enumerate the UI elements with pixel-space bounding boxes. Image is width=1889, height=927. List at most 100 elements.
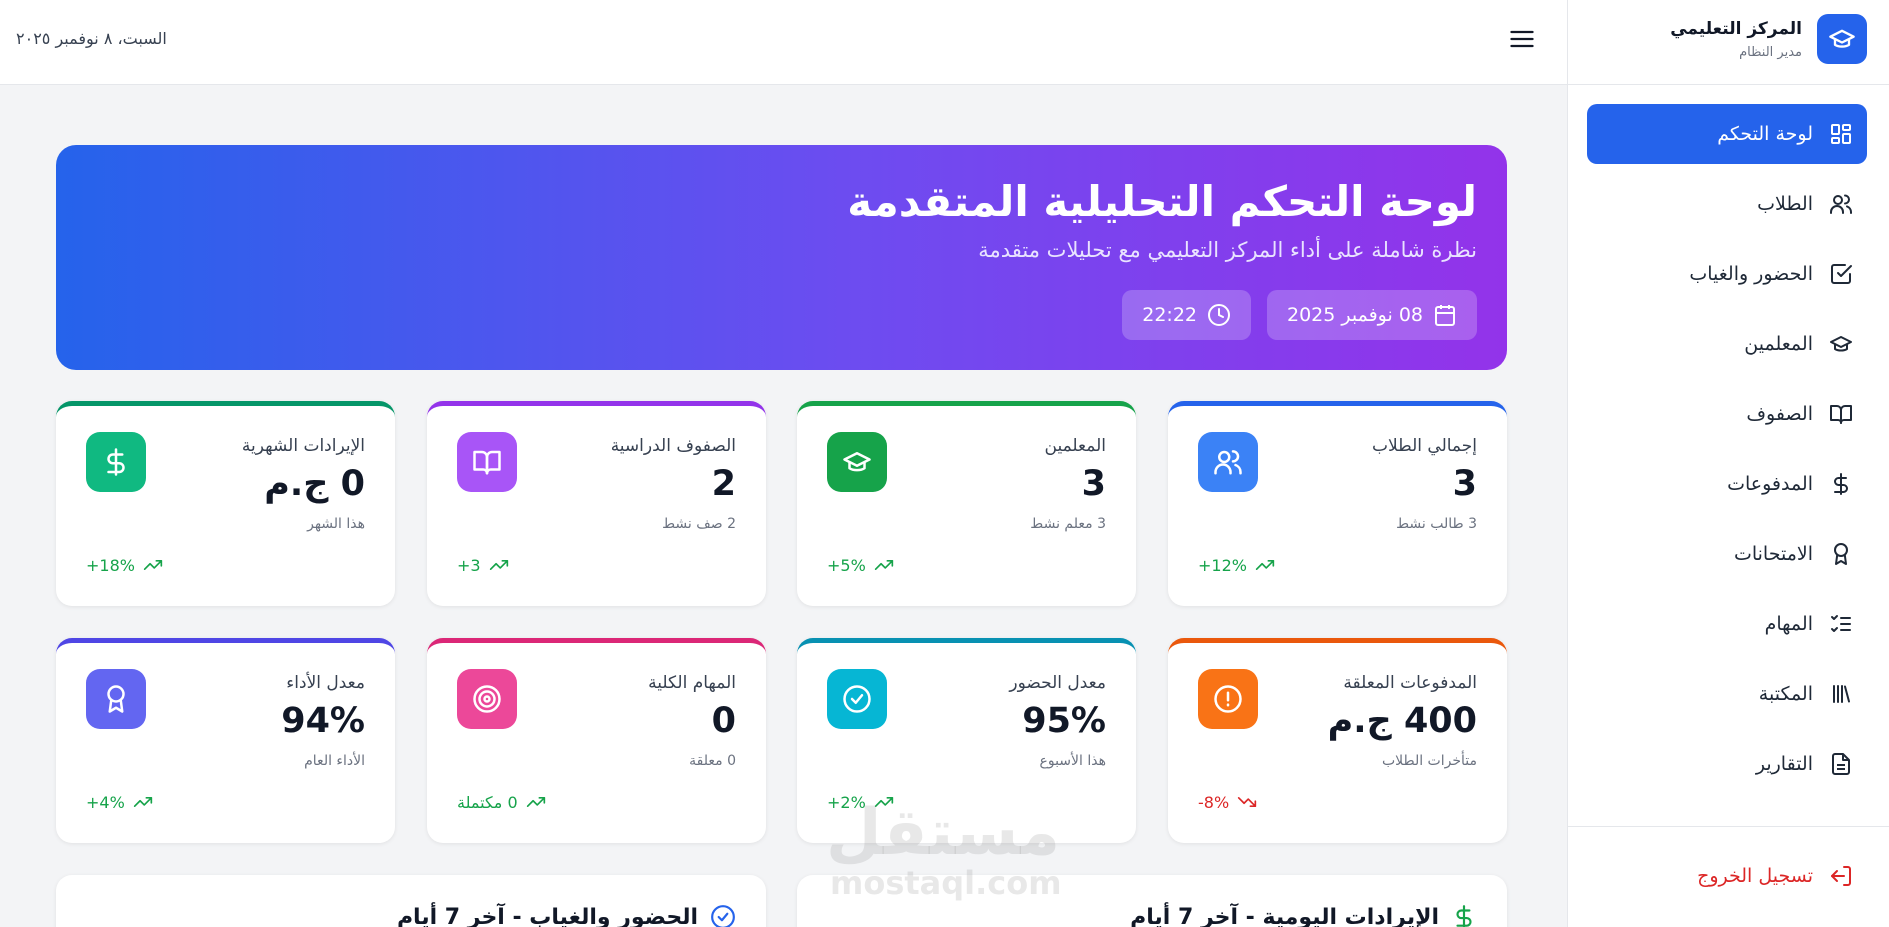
stat-trend-value: 0 مكتملة xyxy=(457,792,518,812)
logout-button[interactable]: تسجيل الخروج xyxy=(1587,846,1867,906)
book-icon xyxy=(457,432,517,492)
time-chip-text: 22:22 xyxy=(1142,304,1197,326)
stat-subtext: 2 صف نشط xyxy=(662,516,736,532)
stat-trend: +12% xyxy=(1198,555,1275,575)
stat-title: إجمالي الطلاب xyxy=(1372,436,1477,456)
attendance-panel: الحضور والغياب - آخر 7 أيام xyxy=(56,875,766,927)
stat-subtext: 0 معلقة xyxy=(689,753,736,769)
sidebar-item-attendance[interactable]: الحضور والغياب xyxy=(1587,244,1867,304)
calendar-icon xyxy=(1433,303,1457,327)
stat-card-students[interactable]: إجمالي الطلاب 3 3 طالب نشط +12% xyxy=(1168,401,1507,606)
time-chip: 22:22 xyxy=(1122,290,1251,340)
menu-icon[interactable] xyxy=(1508,25,1536,53)
stat-subtext: متأخرات الطلاب xyxy=(1381,753,1477,769)
sidebar-item-label: الطلاب xyxy=(1757,193,1813,215)
stat-trend-value: -8% xyxy=(1198,792,1230,812)
stat-title: المدفوعات المعلقة xyxy=(1343,673,1477,693)
stat-card-tasks[interactable]: المهام الكلية 0 0 معلقة 0 مكتملة xyxy=(427,638,766,843)
stat-title: المعلمين xyxy=(1044,436,1106,456)
stat-subtext: 3 معلم نشط xyxy=(1030,516,1106,532)
users-icon xyxy=(1198,432,1258,492)
check-circle-icon xyxy=(827,669,887,729)
panel-title-text: الإيرادات اليومية - آخر 7 أيام xyxy=(1130,904,1439,927)
sidebar-item-reports[interactable]: التقارير xyxy=(1587,734,1867,794)
library-icon xyxy=(1827,680,1855,708)
stat-trend-value: +3 xyxy=(457,555,481,575)
sidebar-item-students[interactable]: الطلاب xyxy=(1587,174,1867,234)
stat-card-performance[interactable]: معدل الأداء 94% الأداء العام +4% xyxy=(56,638,395,843)
stat-card-teachers[interactable]: المعلمين 3 3 معلم نشط +5% xyxy=(797,401,1136,606)
graduation-cap-icon xyxy=(827,432,887,492)
alert-circle-icon xyxy=(1198,669,1258,729)
stat-trend-value: +18% xyxy=(86,555,135,575)
stat-card-pending-payments[interactable]: المدفوعات المعلقة 400 ج.م متأخرات الطلاب… xyxy=(1168,638,1507,843)
stat-card-revenue[interactable]: الإيرادات الشهرية 0 ج.م هذا الشهر +18% xyxy=(56,401,395,606)
brand-title: المركز التعليمي xyxy=(1670,19,1802,39)
stat-value: 3 xyxy=(1081,464,1106,504)
dashboard-icon xyxy=(1827,120,1855,148)
stat-value: 94% xyxy=(281,701,365,741)
stat-trend-value: +4% xyxy=(86,792,125,812)
trending-down-icon xyxy=(1237,792,1257,812)
stat-trend: +18% xyxy=(86,555,163,575)
target-icon xyxy=(457,669,517,729)
dollar-icon xyxy=(86,432,146,492)
sidebar-item-dashboard[interactable]: لوحة التحكم xyxy=(1587,104,1867,164)
sidebar-item-exams[interactable]: الامتحانات xyxy=(1587,524,1867,584)
stat-trend: +4% xyxy=(86,792,153,812)
current-date: السبت، ٨ نوفمبر ٢٠٢٥ xyxy=(16,29,167,48)
stat-card-classes[interactable]: الصفوف الدراسية 2 2 صف نشط +3 xyxy=(427,401,766,606)
daily-revenue-panel: الإيرادات اليومية - آخر 7 أيام xyxy=(797,875,1507,927)
top-bar: السبت، ٨ نوفمبر ٢٠٢٥ xyxy=(0,0,1567,85)
page-title: لوحة التحكم التحليلية المتقدمة xyxy=(847,177,1477,226)
sidebar-item-label: الصفوف xyxy=(1746,403,1813,425)
stat-value: 400 ج.م xyxy=(1327,701,1477,741)
users-icon xyxy=(1827,190,1855,218)
sidebar-item-label: المدفوعات xyxy=(1727,473,1813,495)
trending-up-icon xyxy=(1255,555,1275,575)
stat-value: 0 ج.م xyxy=(264,464,365,504)
book-icon xyxy=(1827,400,1855,428)
trending-up-icon xyxy=(133,792,153,812)
brand-subtitle: مدير النظام xyxy=(1739,45,1802,60)
stat-title: الإيرادات الشهرية xyxy=(241,436,365,456)
hero-banner: لوحة التحكم التحليلية المتقدمة نظرة شامل… xyxy=(56,145,1507,370)
trending-up-icon xyxy=(489,555,509,575)
check-circle-icon xyxy=(710,904,736,927)
trending-up-icon xyxy=(874,555,894,575)
stat-subtext: هذا الأسبوع xyxy=(1039,753,1107,769)
sidebar-item-label: المكتبة xyxy=(1758,683,1813,705)
stat-subtext: هذا الشهر xyxy=(307,516,365,532)
stat-trend: +3 xyxy=(457,555,509,575)
stat-value: 2 xyxy=(711,464,736,504)
panel-title-text: الحضور والغياب - آخر 7 أيام xyxy=(396,904,698,927)
sidebar-item-label: التقارير xyxy=(1755,753,1813,775)
stat-card-attendance[interactable]: معدل الحضور 95% هذا الأسبوع +2% xyxy=(797,638,1136,843)
sidebar-item-classes[interactable]: الصفوف xyxy=(1587,384,1867,444)
logout-label: تسجيل الخروج xyxy=(1697,865,1813,887)
stat-value: 3 xyxy=(1452,464,1477,504)
sidebar: المركز التعليمي مدير النظام لوحة التحكم … xyxy=(1567,0,1889,927)
stat-value: 95% xyxy=(1022,701,1106,741)
sidebar-item-label: الامتحانات xyxy=(1733,543,1813,565)
stat-title: معدل الحضور xyxy=(1009,673,1106,693)
sidebar-item-payments[interactable]: المدفوعات xyxy=(1587,454,1867,514)
panel-title: الإيرادات اليومية - آخر 7 أيام xyxy=(1130,904,1477,927)
stat-subtext: 3 طالب نشط xyxy=(1396,516,1477,532)
award-icon xyxy=(86,669,146,729)
stat-trend: 0 مكتملة xyxy=(457,792,546,812)
sidebar-item-tasks[interactable]: المهام xyxy=(1587,594,1867,654)
stat-trend-value: +2% xyxy=(827,792,866,812)
sidebar-divider xyxy=(1567,826,1889,827)
sidebar-item-library[interactable]: المكتبة xyxy=(1587,664,1867,724)
sidebar-item-label: المعلمين xyxy=(1744,333,1813,355)
clock-icon xyxy=(1207,303,1231,327)
date-chip: 08 نوفمبر 2025 xyxy=(1266,290,1477,340)
trending-up-icon xyxy=(143,555,163,575)
stat-subtext: الأداء العام xyxy=(304,753,365,769)
sidebar-item-teachers[interactable]: المعلمين xyxy=(1587,314,1867,374)
check-square-icon xyxy=(1827,260,1855,288)
logout-icon xyxy=(1827,862,1855,890)
panel-title: الحضور والغياب - آخر 7 أيام xyxy=(397,904,736,927)
file-text-icon xyxy=(1827,750,1855,778)
